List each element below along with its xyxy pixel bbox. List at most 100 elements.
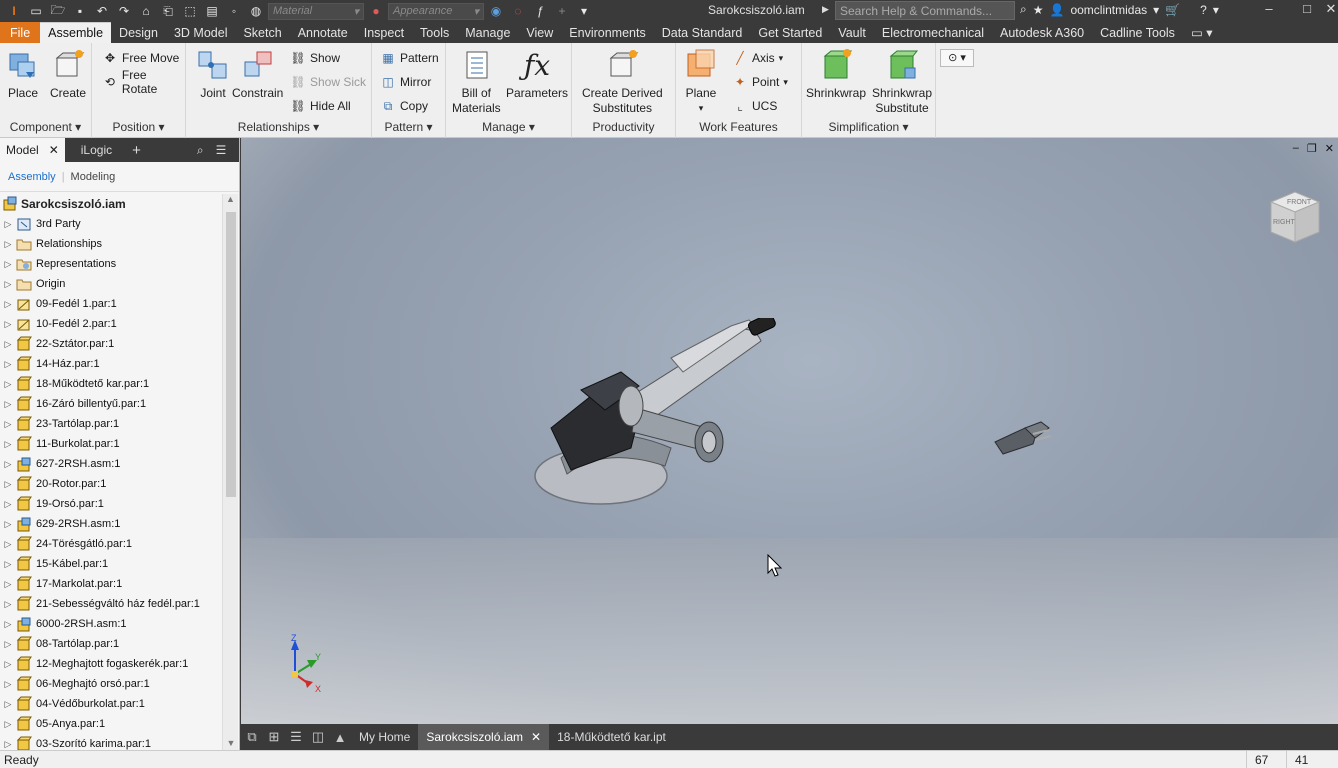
browser-scrollbar[interactable]: ▲ ▼ bbox=[222, 194, 238, 750]
tree-item[interactable]: ▷ 06-Meghajtó orsó.par:1 bbox=[0, 674, 222, 694]
panel-relationships-label[interactable]: Relationships ▾ bbox=[186, 120, 371, 136]
pattern-button[interactable]: ▦ Pattern bbox=[380, 48, 438, 68]
expand-chevron-icon[interactable]: ▷ bbox=[0, 679, 16, 690]
tab-model[interactable]: Model ✕ bbox=[0, 138, 65, 162]
tree-item[interactable]: ▷ 6000-2RSH.asm:1 bbox=[0, 614, 222, 634]
tab-file[interactable]: File bbox=[0, 22, 41, 43]
panel-pattern-label[interactable]: Pattern ▾ bbox=[372, 120, 445, 136]
tab-ilogic[interactable]: iLogic bbox=[75, 138, 118, 162]
star-icon[interactable]: ★ bbox=[1033, 3, 1044, 17]
point-button[interactable]: ✦ Point ▾ bbox=[732, 72, 788, 92]
expand-chevron-icon[interactable]: ▷ bbox=[0, 659, 16, 670]
tab-my-home[interactable]: My Home bbox=[351, 724, 418, 750]
redo-icon[interactable]: ↷ bbox=[114, 2, 134, 20]
color-override-icon[interactable]: ◍ bbox=[246, 2, 266, 20]
cascade-windows-icon[interactable]: ⧉ bbox=[241, 724, 263, 750]
tab-inspect[interactable]: Inspect bbox=[356, 22, 412, 43]
expand-chevron-icon[interactable]: ▷ bbox=[0, 719, 16, 730]
shrinkwrap-button[interactable]: Shrinkwrap bbox=[806, 47, 866, 101]
joint-button[interactable]: Joint bbox=[196, 47, 230, 101]
tree-item[interactable]: ▷ 12-Meghajtott fogaskerék.par:1 bbox=[0, 654, 222, 674]
tab-sketch[interactable]: Sketch bbox=[235, 22, 289, 43]
add-tab-icon[interactable]: + bbox=[126, 138, 147, 162]
tab-other-document[interactable]: 18-Működtető kar.ipt bbox=[549, 724, 674, 750]
scrollbar-thumb[interactable] bbox=[226, 212, 236, 497]
tree-root[interactable]: Sarokcsiszoló.iam bbox=[0, 194, 222, 214]
tab-assemble[interactable]: Assemble bbox=[40, 22, 112, 43]
ribbon-display-toggle-icon[interactable]: ▭ ▾ bbox=[1183, 22, 1221, 43]
show-sick-button[interactable]: ⛓ Show Sick bbox=[290, 72, 366, 92]
tab-get-started[interactable]: Get Started bbox=[750, 22, 830, 43]
expand-chevron-icon[interactable]: ▷ bbox=[0, 639, 16, 650]
tree-item[interactable]: ▷ 3rd Party bbox=[0, 214, 222, 234]
ucs-button[interactable]: ⌞ UCS bbox=[732, 96, 777, 116]
select-icon[interactable]: ⬚ bbox=[180, 2, 200, 20]
search-input[interactable]: Search Help & Commands... bbox=[835, 1, 1015, 20]
close-icon[interactable]: ✕ bbox=[1318, 0, 1338, 20]
close-icon[interactable]: ✕ bbox=[1325, 142, 1334, 155]
appearance-icon[interactable]: ● bbox=[366, 2, 386, 20]
expand-chevron-icon[interactable]: ▷ bbox=[0, 479, 16, 490]
tree-item[interactable]: ▷ 24-Törésgátló.par:1 bbox=[0, 534, 222, 554]
free-move-button[interactable]: ✥ Free Move bbox=[102, 48, 179, 68]
expand-chevron-icon[interactable]: ▷ bbox=[0, 519, 16, 530]
show-button[interactable]: ⛓ Show bbox=[290, 48, 340, 68]
expand-chevron-icon[interactable]: ▷ bbox=[0, 239, 16, 250]
tree-item[interactable]: ▷ 629-2RSH.asm:1 bbox=[0, 514, 222, 534]
expand-chevron-icon[interactable]: ▷ bbox=[0, 559, 16, 570]
expand-chevron-icon[interactable]: ▷ bbox=[0, 619, 16, 630]
tab-data-standard[interactable]: Data Standard bbox=[654, 22, 751, 43]
tab-view[interactable]: View bbox=[518, 22, 561, 43]
plug-model[interactable] bbox=[989, 414, 1055, 456]
copy-button[interactable]: ⧉ Copy bbox=[380, 96, 428, 116]
tree-item[interactable]: ▷ 17-Markolat.par:1 bbox=[0, 574, 222, 594]
panel-component-label[interactable]: Component ▾ bbox=[0, 120, 91, 136]
tree-item[interactable]: ▷ Relationships bbox=[0, 234, 222, 254]
plus-icon[interactable]: + bbox=[552, 2, 572, 20]
measure-icon[interactable]: ▤ bbox=[202, 2, 222, 20]
tab-3d-model[interactable]: 3D Model bbox=[166, 22, 236, 43]
tree-item[interactable]: ▷ 21-Sebességváltó ház fedél.par:1 bbox=[0, 594, 222, 614]
tree-item[interactable]: ▷ 09-Fedél 1.par:1 bbox=[0, 294, 222, 314]
expand-chevron-icon[interactable]: ▷ bbox=[0, 399, 16, 410]
mirror-button[interactable]: ◫ Mirror bbox=[380, 72, 431, 92]
tree-item[interactable]: ▷ 627-2RSH.asm:1 bbox=[0, 454, 222, 474]
parameters-button[interactable]: ƒx Parameters bbox=[506, 47, 568, 101]
chevron-down-icon[interactable]: ▾ bbox=[1153, 3, 1159, 17]
arrange-horizontal-icon[interactable]: ☰ bbox=[285, 724, 307, 750]
tree-item[interactable]: ▷ Representations bbox=[0, 254, 222, 274]
expand-chevron-icon[interactable]: ▷ bbox=[0, 259, 16, 270]
user-icon[interactable]: 👤 bbox=[1050, 3, 1065, 17]
panel-position-label[interactable]: Position ▾ bbox=[92, 120, 185, 136]
material-select[interactable]: Material ▾ bbox=[268, 2, 364, 20]
tab-tools[interactable]: Tools bbox=[412, 22, 457, 43]
tree-item[interactable]: ▷ 10-Fedél 2.par:1 bbox=[0, 314, 222, 334]
update-icon[interactable]: ⎗ bbox=[158, 2, 178, 20]
expand-chevron-icon[interactable]: ▷ bbox=[0, 599, 16, 610]
object-visibility-icon[interactable]: ◦ bbox=[224, 2, 244, 20]
tab-vault[interactable]: Vault bbox=[830, 22, 874, 43]
new-file-icon[interactable]: ▭ bbox=[26, 2, 46, 20]
create-derived-substitutes-button[interactable]: Create Derived Substitutes bbox=[582, 47, 663, 116]
ribbon-options-dropdown[interactable]: ⊙ ▾ bbox=[940, 49, 974, 67]
tab-manage[interactable]: Manage bbox=[457, 22, 518, 43]
expand-chevron-icon[interactable]: ▷ bbox=[0, 219, 16, 230]
expand-chevron-icon[interactable]: ▷ bbox=[0, 699, 16, 710]
maximize-icon[interactable]: □ bbox=[1294, 0, 1320, 20]
tree-item[interactable]: ▷ 20-Rotor.par:1 bbox=[0, 474, 222, 494]
tree-item[interactable]: ▷ 04-Védőburkolat.par:1 bbox=[0, 694, 222, 714]
appearance-select[interactable]: Appearance ▾ bbox=[388, 2, 484, 20]
help-icon[interactable]: ? bbox=[1200, 3, 1207, 17]
tab-annotate[interactable]: Annotate bbox=[290, 22, 356, 43]
cart-icon[interactable]: 🛒 bbox=[1165, 3, 1180, 17]
expand-chevron-icon[interactable]: ▷ bbox=[0, 739, 16, 750]
tree-item[interactable]: ▷ 15-Kábel.par:1 bbox=[0, 554, 222, 574]
plane-button[interactable]: Plane ▾ bbox=[684, 47, 718, 116]
tree-item[interactable]: ▷ 16-Záró billentyű.par:1 bbox=[0, 394, 222, 414]
expand-chevron-icon[interactable]: ▷ bbox=[0, 419, 16, 430]
open-file-icon[interactable]: 🗁 bbox=[48, 2, 68, 20]
expand-chevron-icon[interactable]: ▷ bbox=[0, 539, 16, 550]
tile-windows-icon[interactable]: ⊞ bbox=[263, 724, 285, 750]
adjust-appearance-icon[interactable]: ◉ bbox=[486, 2, 506, 20]
tree-item[interactable]: ▷ Origin bbox=[0, 274, 222, 294]
